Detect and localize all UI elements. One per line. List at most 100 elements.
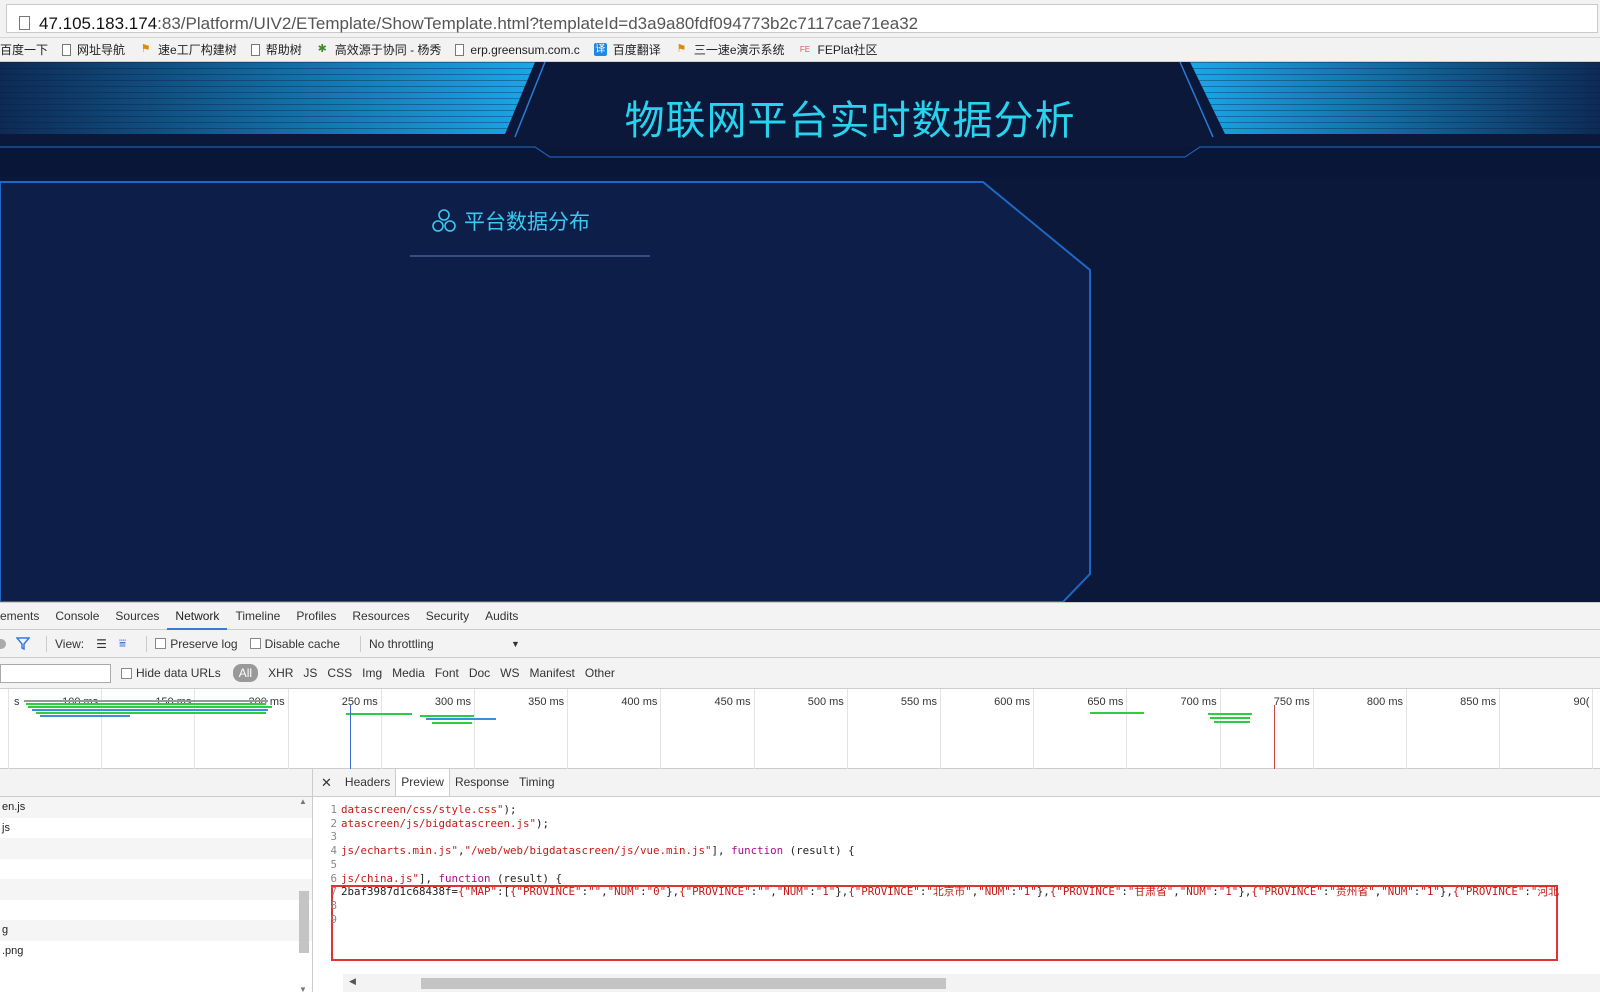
- devtools-tab[interactable]: Resources: [344, 603, 417, 630]
- bookmark-item[interactable]: 帮助树: [250, 41, 302, 58]
- code-token: "/web/web/bigdatascreen/js/vue.min.js": [464, 844, 712, 858]
- filter-type-ws[interactable]: WS: [500, 664, 519, 682]
- code-token: "": [588, 885, 602, 899]
- timeline-gridline: [567, 689, 569, 769]
- code-token: "NUM": [978, 885, 1011, 899]
- line-number: 6: [330, 871, 337, 885]
- url-text[interactable]: 47.105.183.174:83/Platform/UIV2/ETemplat…: [39, 14, 918, 34]
- code-token: },: [666, 885, 680, 899]
- code-token: {"PROVINCE": [1049, 885, 1122, 899]
- large-rows-icon[interactable]: ☰: [96, 637, 107, 651]
- hide-data-urls-checkbox[interactable]: Hide data URLs: [121, 666, 221, 680]
- filter-bar: Hide data URLs All XHR JS CSS Img Media Font Do…: [0, 658, 1600, 689]
- line-number: 8: [330, 898, 337, 912]
- request-row[interactable]: [0, 859, 312, 880]
- filter-type-manifest[interactable]: Manifest: [530, 664, 575, 682]
- timeline-tick-label: 500 ms: [807, 696, 844, 708]
- bookmark-item[interactable]: ✱ 高效源于协同 - 杨秀: [316, 41, 442, 58]
- request-row[interactable]: [0, 838, 312, 859]
- overview-icon[interactable]: ⩸: [119, 636, 126, 651]
- code-token: "1": [1420, 885, 1440, 899]
- code-token: {"PROVINCE": [848, 885, 920, 899]
- filter-type-js[interactable]: JS: [303, 664, 317, 682]
- resource-type-filters: All XHR JS CSS Img Media Font Doc WS Manifest Othe…: [232, 664, 625, 682]
- filter-type-img[interactable]: Img: [362, 664, 382, 682]
- code-line: 9: [313, 913, 341, 927]
- bookmark-label: erp.greensum.com.c: [470, 42, 580, 57]
- timeline-gridline: [846, 689, 848, 769]
- code-token: "0": [646, 885, 667, 899]
- disable-cache-checkbox[interactable]: Disable cache: [249, 637, 340, 651]
- devtools-tab[interactable]: Console: [47, 603, 107, 630]
- bookmark-label: 帮助树: [265, 43, 302, 57]
- timeline-tick-label: 650 ms: [1087, 696, 1124, 708]
- panel-title: 平台数据分布: [430, 206, 590, 236]
- bookmark-item[interactable]: FE FEPlat社区: [799, 41, 878, 58]
- filter-type-other[interactable]: Other: [585, 664, 615, 682]
- url-field[interactable]: 47.105.183.174:83/Platform/UIV2/ETemplat…: [6, 4, 1598, 33]
- close-icon[interactable]: ✕: [313, 775, 340, 791]
- code-token: "1": [1218, 885, 1239, 899]
- bookmark-item[interactable]: ⚑ 速e工厂构建树: [139, 41, 237, 58]
- timeline-tick-label: 250 ms: [341, 696, 378, 708]
- timeline-tick-label: 750 ms: [1273, 696, 1310, 708]
- request-row[interactable]: [0, 879, 312, 900]
- address-bar: 47.105.183.174:83/Platform/UIV2/ETemplat…: [0, 0, 1600, 38]
- timeline-gridline: [8, 689, 9, 769]
- timeline-tick-label: 800 ms: [1366, 696, 1403, 708]
- devtools-tab[interactable]: ements: [0, 603, 47, 630]
- waterfall-bar: [28, 706, 272, 708]
- throttling-select[interactable]: No throttling: [369, 637, 499, 651]
- filter-type-css[interactable]: CSS: [327, 664, 352, 682]
- filter-type-xhr[interactable]: XHR: [268, 664, 293, 682]
- filter-type-media[interactable]: Media: [392, 664, 425, 682]
- filter-input[interactable]: [0, 663, 111, 683]
- preserve-log-checkbox[interactable]: Preserve log: [155, 637, 238, 651]
- devtools-tab[interactable]: Timeline: [227, 603, 288, 630]
- code-line: 8: [313, 899, 341, 913]
- waterfall-bar: [346, 713, 412, 715]
- page-icon: [250, 43, 260, 56]
- preview-horizontal-scrollbar[interactable]: ◀: [343, 974, 1600, 992]
- timeline-gridline: [1499, 689, 1501, 769]
- devtools-tab[interactable]: Audits: [477, 603, 526, 630]
- bookmark-item[interactable]: 网址导航: [62, 41, 125, 58]
- code-token: js/echarts.min.js": [341, 844, 459, 858]
- code-token: "1": [1017, 885, 1037, 899]
- devtools-tab[interactable]: Security: [418, 603, 477, 630]
- timeline-gridline: [1406, 689, 1407, 769]
- code-line: 5: [313, 858, 341, 872]
- preview-tab-timing[interactable]: Timing: [514, 769, 560, 796]
- filter-type-font[interactable]: Font: [435, 664, 459, 682]
- line-number: 1: [330, 803, 337, 816]
- bookmark-item[interactable]: ⚑ 三一速e演示系统: [675, 41, 784, 58]
- bookmark-item[interactable]: 译百度翻译: [593, 41, 661, 58]
- preview-tab-response[interactable]: Response: [450, 769, 514, 796]
- request-row[interactable]: .png: [0, 941, 312, 962]
- line-number: 9: [330, 912, 337, 926]
- line-number: 5: [330, 857, 337, 871]
- bookmark-label: 百度翻译: [612, 43, 661, 57]
- request-row[interactable]: g: [0, 920, 312, 941]
- devtools-tab[interactable]: Profiles: [288, 603, 344, 630]
- record-icon[interactable]: [0, 638, 6, 649]
- page-icon: [62, 43, 72, 56]
- code-token: ],: [711, 844, 732, 858]
- code-token: datascreen/css/style.css": [341, 803, 504, 816]
- filter-type-doc[interactable]: Doc: [469, 664, 490, 682]
- bookmark-item[interactable]: erp.greensum.com.c: [455, 42, 580, 57]
- request-list-scrollbar[interactable]: ▲ ▼: [298, 797, 310, 994]
- timeline-gridline: [1312, 689, 1314, 769]
- request-row[interactable]: [0, 900, 312, 921]
- filter-icon[interactable]: [16, 637, 30, 650]
- request-row[interactable]: js: [0, 818, 312, 839]
- filter-type-all[interactable]: All: [232, 664, 259, 682]
- request-row[interactable]: en.js: [0, 797, 312, 818]
- code-token: function: [438, 871, 491, 885]
- preview-tab-preview[interactable]: Preview: [395, 769, 450, 796]
- devtools-tab[interactable]: Network: [167, 603, 228, 630]
- bookmark-item[interactable]: 百度一下: [0, 41, 48, 58]
- preview-tab-headers[interactable]: Headers: [340, 769, 395, 796]
- devtools-tab[interactable]: Sources: [107, 603, 167, 630]
- waterfall-bar: [36, 712, 266, 714]
